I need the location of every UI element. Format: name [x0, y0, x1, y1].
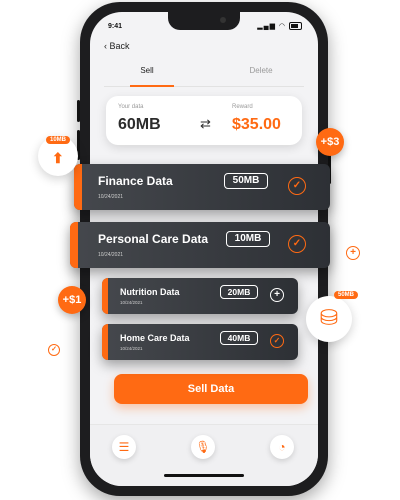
data-card-home-care[interactable]: Home Care Data 10/24/2021 40MB ✓: [102, 324, 298, 360]
card-size-badge: 50MB: [224, 173, 268, 189]
status-time: 9:41: [108, 23, 123, 30]
back-button[interactable]: ‹ Back: [104, 41, 130, 51]
sell-data-button[interactable]: Sell Data: [114, 374, 308, 404]
check-icon[interactable]: ✓: [288, 177, 306, 195]
card-title: Personal Care Data: [98, 232, 209, 246]
upload-arrow-icon: ⬆: [52, 150, 64, 166]
upload-size-badge: 10MB: [46, 136, 71, 144]
phone-side-button: [77, 100, 80, 122]
tab-sell[interactable]: Sell: [90, 66, 204, 75]
phone-notch: [168, 12, 240, 30]
card-date: 10/24/2021: [120, 346, 143, 351]
signal-icon: ▂▄▆ ◠: [257, 23, 287, 30]
status-icons: ▂▄▆ ◠: [257, 22, 302, 31]
reward-label: Reward: [232, 104, 253, 110]
card-date: 10/24/2021: [98, 252, 124, 258]
swap-icon: ⇄: [200, 116, 211, 131]
tab-bar: Sell Delete: [90, 66, 318, 84]
check-icon[interactable]: ✓: [288, 235, 306, 253]
card-title: Home Care Data: [120, 333, 190, 343]
home-indicator: [164, 474, 244, 477]
tab-delete[interactable]: Delete: [204, 66, 318, 75]
menu-icon[interactable]: ☰: [112, 435, 136, 459]
your-data-label: Your data: [118, 104, 144, 110]
reward-bubble-plus3: +$3: [316, 128, 344, 156]
card-size-badge: 20MB: [220, 285, 258, 299]
reward-value: $35.00: [232, 116, 281, 133]
database-size-badge: 50MB: [334, 291, 359, 299]
microphone-icon[interactable]: 🎙: [191, 435, 215, 459]
plus-circle-icon: +: [346, 246, 360, 260]
card-date: 10/24/2021: [98, 194, 124, 200]
reward-bubble-plus1: +$1: [58, 286, 86, 314]
data-summary-card: Your data 60MB ⇄ Reward $35.00: [106, 96, 302, 145]
tab-active-indicator: [130, 85, 174, 87]
card-size-badge: 40MB: [220, 331, 258, 345]
check-circle-icon: ✓: [48, 344, 60, 356]
gauge-icon[interactable]: ◔: [270, 435, 294, 459]
battery-icon: [289, 22, 302, 31]
data-card-nutrition[interactable]: Nutrition Data 10/24/2021 20MB +: [102, 278, 298, 314]
card-date: 10/24/2021: [120, 300, 143, 305]
data-card-finance[interactable]: Finance Data 10/24/2021 50MB ✓: [74, 164, 330, 210]
card-title: Finance Data: [98, 174, 173, 188]
add-icon[interactable]: +: [270, 288, 284, 302]
database-icon: ⛁: [319, 305, 339, 330]
your-data-value: 60MB: [118, 116, 161, 133]
data-card-personal-care[interactable]: Personal Care Data 10/24/2021 10MB ✓: [70, 222, 330, 268]
card-size-badge: 10MB: [226, 231, 270, 247]
chevron-left-icon: ‹: [104, 41, 107, 51]
check-icon[interactable]: ✓: [270, 334, 284, 348]
back-label: Back: [109, 41, 130, 51]
card-title: Nutrition Data: [120, 287, 180, 297]
